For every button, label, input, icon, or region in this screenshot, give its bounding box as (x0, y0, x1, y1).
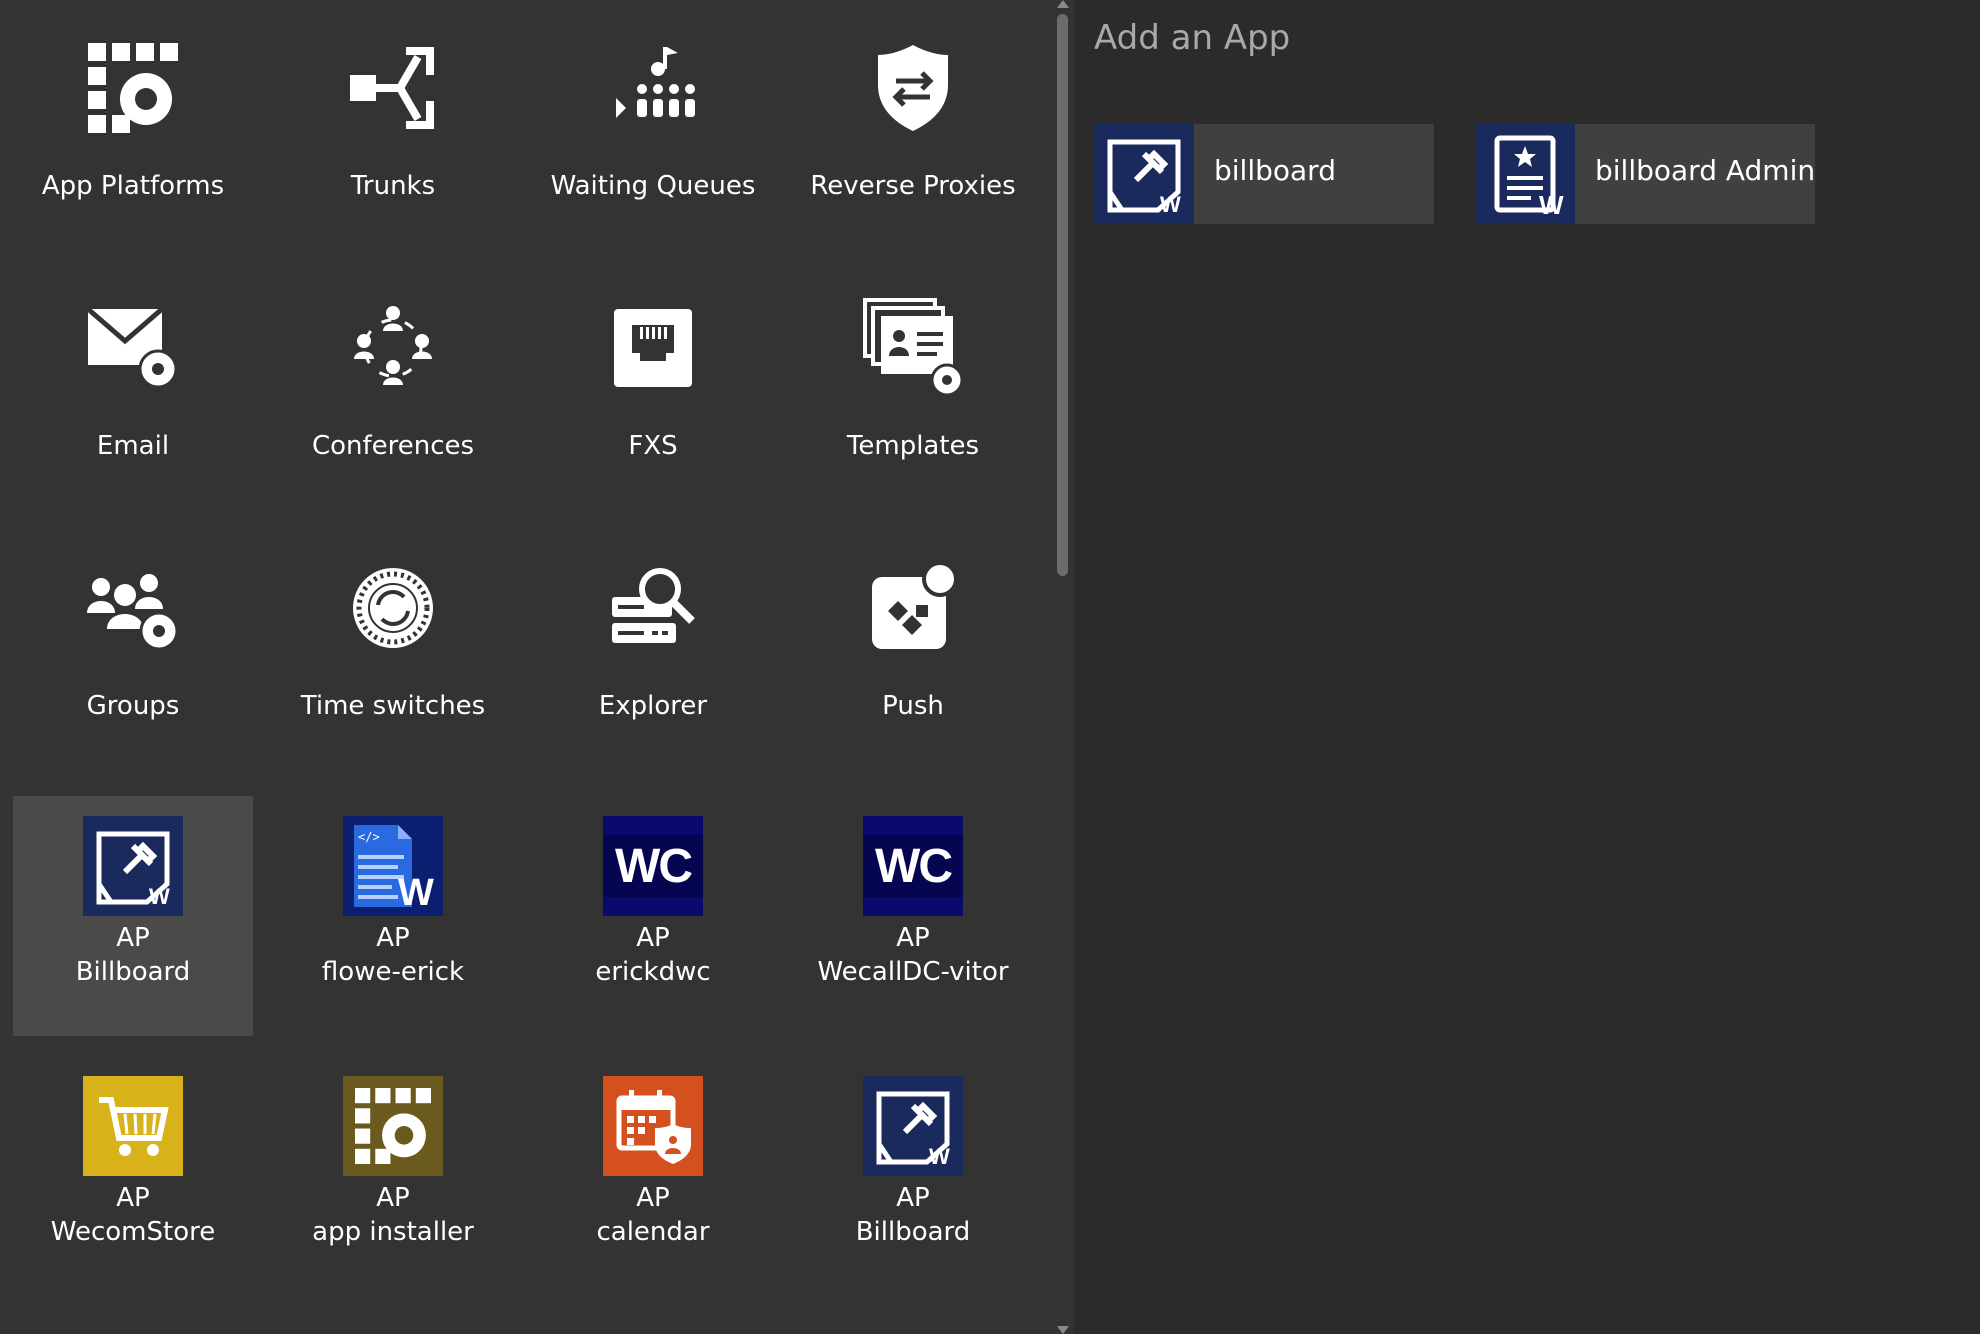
scroll-down-arrow-icon[interactable] (1057, 1326, 1069, 1334)
tile-label: app installer (312, 1217, 474, 1247)
tile-label: Groups (86, 691, 180, 721)
tile-ap-app-installer[interactable]: AP app installer (273, 1056, 513, 1296)
tile-label: Waiting Queues (550, 171, 756, 201)
tile-prefix: AP (376, 1183, 410, 1213)
tile-push[interactable]: Push (793, 520, 1033, 760)
add-app-panel: Add an App W billboard W billboard Admin (1074, 0, 1980, 1334)
time-switches-icon (343, 558, 443, 658)
svg-text:W: W (398, 872, 434, 911)
tile-label: flowe-erick (321, 957, 465, 987)
tile-label: Time switches (300, 691, 486, 721)
tile-ap-erickdwc[interactable]: WC AP erickdwc (533, 796, 773, 1036)
tile-label: Explorer (598, 691, 708, 721)
app-platforms-icon (83, 38, 183, 138)
app-card-label: billboard (1214, 154, 1336, 187)
svg-text:W: W (1160, 192, 1181, 216)
add-app-title: Add an App (1094, 18, 1291, 58)
reverse-proxies-icon (863, 38, 963, 138)
conferences-icon (343, 298, 443, 398)
tile-reverse-proxies[interactable]: Reverse Proxies (793, 0, 1033, 240)
app-installer-icon (343, 1076, 443, 1176)
tile-time-switches[interactable]: Time switches (273, 520, 513, 760)
tile-label: Reverse Proxies (810, 171, 1016, 201)
tile-label: Conferences (311, 431, 475, 461)
explorer-icon (603, 558, 703, 658)
tile-label: WecallDC-vitor (817, 957, 1009, 987)
tile-label: Email (96, 431, 170, 461)
wc-logo-icon: WC (603, 816, 703, 916)
groups-icon (83, 558, 183, 658)
tile-prefix: AP (896, 1183, 930, 1213)
tile-label: Push (882, 691, 944, 721)
svg-text:</>: </> (358, 830, 380, 844)
waiting-queues-icon (603, 38, 703, 138)
tile-prefix: AP (636, 923, 670, 953)
tile-label: App Platforms (41, 171, 225, 201)
billboard-icon: W (83, 816, 183, 916)
billboard-admin-icon: W (1475, 124, 1575, 224)
email-settings-icon (83, 298, 183, 398)
templates-icon (863, 298, 963, 398)
tile-app-platforms[interactable]: App Platforms (13, 0, 253, 240)
tile-fxs[interactable]: FXS (533, 260, 773, 500)
fxs-port-icon (603, 298, 703, 398)
scroll-up-arrow-icon[interactable] (1057, 0, 1069, 8)
tile-ap-calendar[interactable]: AP calendar (533, 1056, 773, 1296)
tile-templates[interactable]: Templates (793, 260, 1033, 500)
tile-prefix: AP (896, 923, 930, 953)
push-icon (863, 558, 963, 658)
add-app-billboard-admin[interactable]: W billboard Admin (1475, 124, 1815, 224)
tile-prefix: AP (116, 923, 150, 953)
scrollbar-thumb[interactable] (1057, 14, 1068, 576)
tile-conferences[interactable]: Conferences (273, 260, 513, 500)
svg-text:W: W (1539, 190, 1564, 216)
tile-ap-wecalldc-vitor[interactable]: WC AP WecallDC-vitor (793, 796, 1033, 1036)
tile-label: WecomStore (50, 1217, 216, 1247)
tile-ap-billboard-2[interactable]: W AP Billboard (793, 1056, 1033, 1296)
tile-prefix: AP (376, 923, 410, 953)
svg-text:W: W (929, 1144, 950, 1168)
tile-ap-flowe-erick[interactable]: </> W AP flowe-erick (273, 796, 513, 1036)
tile-label: Billboard (75, 957, 191, 987)
tile-trunks[interactable]: Trunks (273, 0, 513, 240)
apps-grid-panel: App Platforms Trunks Waiting Queues Reve… (0, 0, 1046, 1334)
calendar-icon (603, 1076, 703, 1176)
billboard-icon: W (863, 1076, 963, 1176)
tile-email[interactable]: Email (13, 260, 253, 500)
tile-waiting-queues[interactable]: Waiting Queues (533, 0, 773, 240)
billboard-icon: W (1094, 124, 1194, 224)
tile-groups[interactable]: Groups (13, 520, 253, 760)
shopping-cart-icon (83, 1076, 183, 1176)
tile-ap-wecomstore[interactable]: AP WecomStore (13, 1056, 253, 1296)
trunks-icon (343, 38, 443, 138)
tile-label: Templates (846, 431, 980, 461)
svg-text:W: W (149, 884, 170, 908)
flowe-document-icon: </> W (343, 816, 443, 916)
app-card-label: billboard Admin (1595, 154, 1816, 187)
tile-ap-billboard[interactable]: W AP Billboard (13, 796, 253, 1036)
tile-prefix: AP (636, 1183, 670, 1213)
tile-label: FXS (628, 431, 678, 461)
tile-prefix: AP (116, 1183, 150, 1213)
tile-label: erickdwc (595, 957, 711, 987)
tile-label: Billboard (855, 1217, 971, 1247)
tile-label: Trunks (350, 171, 436, 201)
tile-label: calendar (596, 1217, 710, 1247)
add-app-billboard[interactable]: W billboard (1094, 124, 1434, 224)
tile-explorer[interactable]: Explorer (533, 520, 773, 760)
wc-logo-icon: WC (863, 816, 963, 916)
